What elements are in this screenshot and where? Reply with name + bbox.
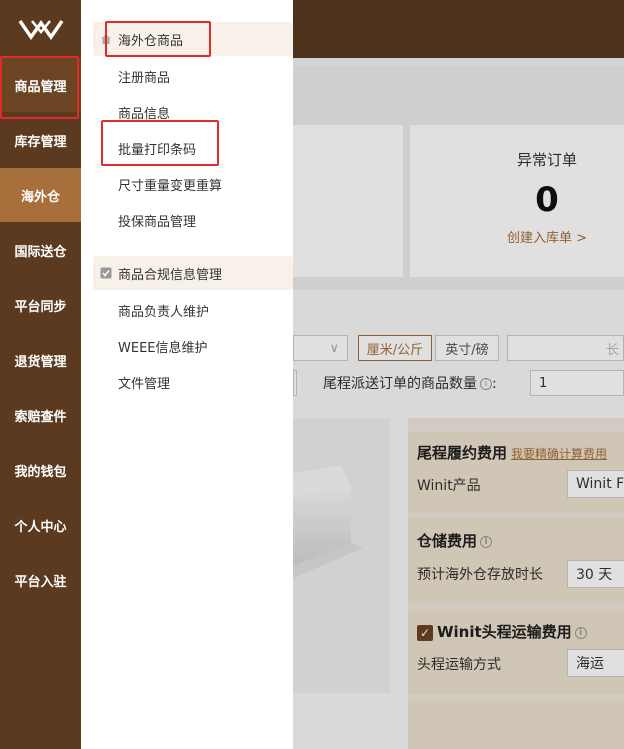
submenu-item-product-info[interactable]: 商品信息 <box>118 103 170 122</box>
submenu-item-size-weight-recalc[interactable]: 尺寸重量变更重算 <box>118 175 222 194</box>
product-box-image <box>293 418 390 693</box>
create-inbound-link[interactable]: 创建入库单 > <box>410 227 624 246</box>
storage-title: 仓储费用 <box>417 532 478 550</box>
first-leg-title: Winit头程运输费用 <box>437 623 572 641</box>
sidebar-item-product-management[interactable]: 商品管理 <box>0 58 81 112</box>
submenu-group-label: 商品合规信息管理 <box>118 267 223 283</box>
partial-input[interactable] <box>293 370 297 396</box>
submenu-item-register-product[interactable]: 注册商品 <box>118 67 170 86</box>
sidebar-item-returns[interactable]: 退货管理 <box>0 333 81 387</box>
main-sidebar: 商品管理 库存管理 海外仓 国际送仓 平台同步 退货管理 索赔查件 我的钱包 个… <box>0 0 81 749</box>
submenu-item-batch-print-barcode[interactable]: 批量打印条码 <box>118 139 196 158</box>
sidebar-item-inventory[interactable]: 库存管理 <box>0 113 81 167</box>
dropdown-select[interactable]: ∨ <box>293 335 348 361</box>
length-input[interactable]: 长 <box>507 335 624 361</box>
storage-fee-section: 仓储费用 i 预计海外仓存放时长 30 天 <box>408 518 624 603</box>
stat-title: 异常订单 <box>516 151 577 169</box>
submenu-group-compliance[interactable]: 商品合规信息管理 <box>93 256 293 290</box>
top-header-bar <box>293 0 624 58</box>
stat-value: 0 <box>535 180 559 220</box>
submenu-group-label: 海外仓商品 <box>118 33 184 49</box>
qty-label: 尾程派送订单的商品数量 i: <box>323 376 497 392</box>
stat-card-partial <box>293 125 403 277</box>
qty-input[interactable]: 1 <box>530 370 624 396</box>
sidebar-item-intl-delivery[interactable]: 国际送仓 <box>0 223 81 277</box>
first-leg-fee-section: ✓ Winit头程运输费用 i 头程运输方式 海运 <box>408 609 624 694</box>
submenu-item-insured-products[interactable]: 投保商品管理 <box>118 211 196 230</box>
box-illustration-icon <box>293 466 363 578</box>
submenu-item-product-owner[interactable]: 商品负责人维护 <box>118 301 209 320</box>
abnormal-orders-card: 异常订单 0 创建入库单 > <box>410 125 624 277</box>
sidebar-item-profile[interactable]: 个人中心 <box>0 498 81 552</box>
brand-logo-icon[interactable] <box>0 0 81 58</box>
submenu-item-weee-info[interactable]: WEEE信息维护 <box>118 337 208 356</box>
sidebar-item-claims[interactable]: 索赔查件 <box>0 388 81 442</box>
home-icon <box>100 33 112 45</box>
info-icon: i <box>480 378 492 390</box>
submenu-flyout: 海外仓商品 注册商品 商品信息 批量打印条码 尺寸重量变更重算 投保商品管理 商… <box>81 0 293 749</box>
unit-imperial-toggle[interactable]: 英寸/磅 <box>435 335 499 361</box>
last-mile-title: 尾程履约费用 <box>417 444 508 462</box>
submenu-item-file-management[interactable]: 文件管理 <box>118 373 170 392</box>
info-icon: i <box>480 535 493 548</box>
sidebar-item-overseas-warehouse[interactable]: 海外仓 <box>0 168 81 222</box>
submenu-group-overseas-products[interactable]: 海外仓商品 <box>93 22 293 56</box>
storage-duration-label: 预计海外仓存放时长 <box>417 567 543 583</box>
winit-product-select[interactable]: Winit F <box>567 470 624 498</box>
first-leg-mode-label: 头程运输方式 <box>417 657 501 673</box>
storage-duration-input[interactable]: 30 天 <box>567 560 624 588</box>
unit-metric-toggle[interactable]: 厘米/公斤 <box>358 335 432 361</box>
checkbox-checked-icon[interactable]: ✓ <box>417 624 433 641</box>
sidebar-item-platform-sync[interactable]: 平台同步 <box>0 278 81 332</box>
sidebar-item-wallet[interactable]: 我的钱包 <box>0 443 81 497</box>
first-leg-mode-select[interactable]: 海运 <box>567 649 624 677</box>
sidebar-item-platform-onboarding[interactable]: 平台入驻 <box>0 553 81 607</box>
winit-product-label: Winit产品 <box>417 478 481 494</box>
last-mile-fee-section: 尾程履约费用 我要精确计算费用 Winit产品 Winit F <box>408 432 624 512</box>
fee-section-extra <box>408 700 624 749</box>
chevron-down-icon: ∨ <box>329 340 339 356</box>
info-icon: i <box>574 626 587 639</box>
checkbox-icon <box>100 267 112 279</box>
precise-calc-link[interactable]: 我要精确计算费用 <box>511 447 607 461</box>
